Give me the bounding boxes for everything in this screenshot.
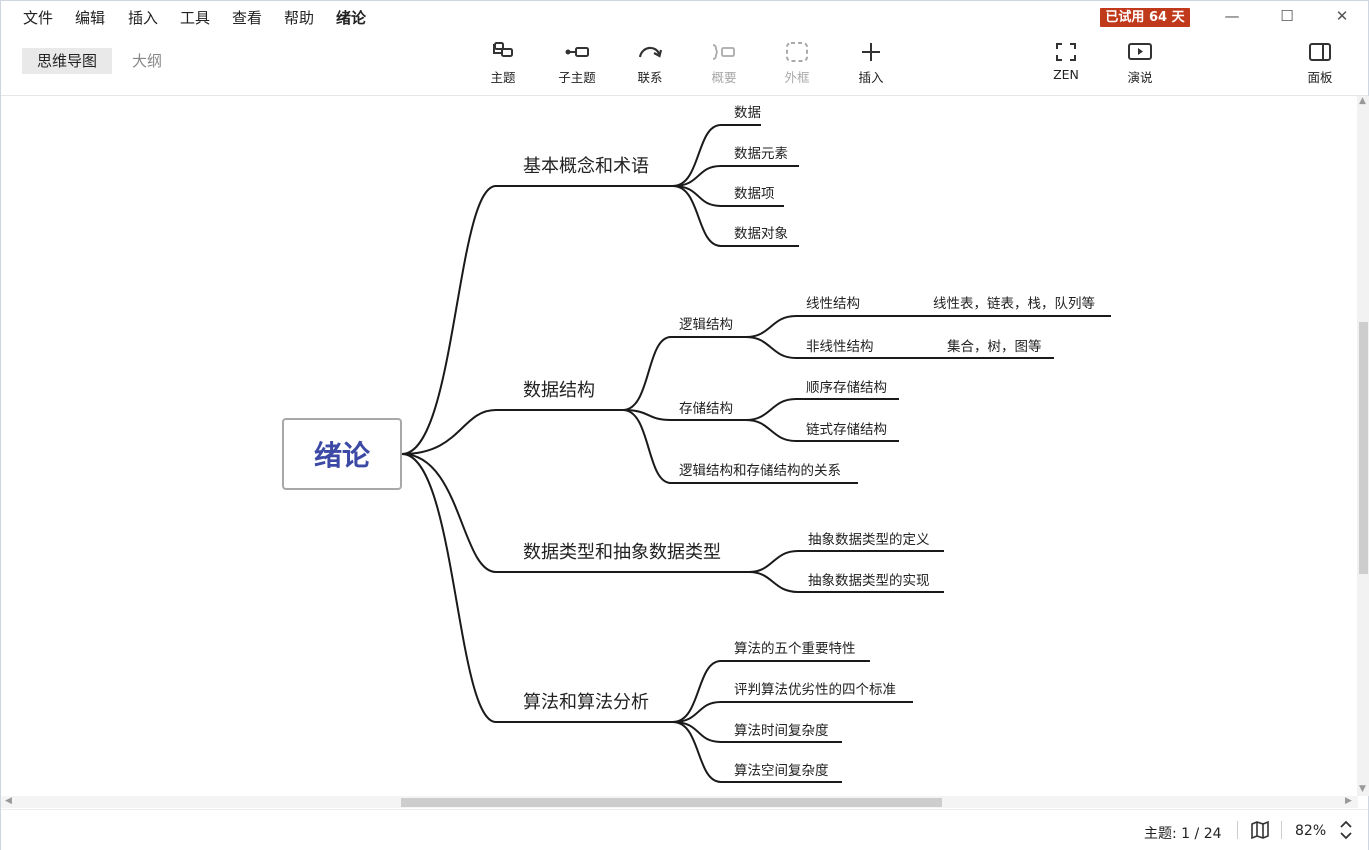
horizontal-scrollbar[interactable]: ◀ ▶	[1, 796, 1358, 808]
panel-button[interactable]: 面板	[1285, 39, 1355, 86]
subtopic-time-complexity[interactable]: 算法时间复杂度	[734, 719, 829, 739]
boundary-button[interactable]: 外框	[762, 39, 832, 86]
topic-count: 主题: 1 / 24	[1144, 826, 1222, 842]
summary-label: 概要	[711, 70, 737, 85]
fullscreen-icon	[1031, 39, 1101, 65]
boundary-icon	[762, 39, 832, 65]
zen-button[interactable]: ZEN	[1031, 39, 1101, 82]
relationship-icon	[615, 39, 685, 65]
zoom-stepper-icon[interactable]	[1339, 819, 1353, 845]
subtopic-structure-relation[interactable]: 逻辑结构和存储结构的关系	[679, 459, 841, 479]
minimize-icon[interactable]: —	[1219, 5, 1245, 27]
tab-mindmap[interactable]: 思维导图	[22, 48, 113, 74]
trial-badge[interactable]: 已试用 64 天	[1100, 8, 1190, 27]
insert-label: 插入	[858, 70, 884, 85]
subtopic-sequential-storage[interactable]: 顺序存储结构	[806, 376, 887, 396]
app-window: 文件 编辑 插入 工具 查看 帮助 绪论 已试用 64 天 — ☐ ✕ 思维导图…	[0, 0, 1369, 850]
subtopic-linear[interactable]: 线性结构	[806, 292, 860, 312]
zen-label: ZEN	[1053, 67, 1079, 82]
maximize-icon[interactable]: ☐	[1274, 5, 1300, 27]
scroll-left-icon[interactable]: ◀	[5, 796, 12, 806]
plus-icon	[836, 39, 906, 65]
subtopic-linear-examples[interactable]: 线性表，链表，栈，队列等	[933, 292, 1095, 312]
subtopic-data-object[interactable]: 数据对象	[734, 222, 788, 242]
menu-file[interactable]: 文件	[23, 7, 53, 28]
menu-edit[interactable]: 编辑	[75, 7, 105, 28]
subtopic-nonlinear-examples[interactable]: 集合，树，图等	[947, 335, 1042, 355]
insert-button[interactable]: 插入	[836, 39, 906, 86]
topic-data-structure[interactable]: 数据结构	[523, 376, 595, 402]
scroll-down-icon[interactable]: ▼	[1359, 784, 1366, 794]
menu-tools[interactable]: 工具	[180, 7, 210, 28]
menu-view[interactable]: 查看	[232, 7, 262, 28]
summary-icon	[689, 39, 759, 65]
subtopic-data[interactable]: 数据	[734, 101, 761, 121]
map-view-icon[interactable]	[1250, 820, 1270, 844]
tab-outline[interactable]: 大纲	[117, 48, 177, 74]
topic-basic-concepts[interactable]: 基本概念和术语	[523, 152, 649, 178]
menu-help[interactable]: 帮助	[284, 7, 314, 28]
topic-button[interactable]: 主题	[468, 39, 538, 86]
play-icon	[1105, 39, 1175, 65]
subtopic-space-complexity[interactable]: 算法空间复杂度	[734, 759, 829, 779]
boundary-label: 外框	[784, 70, 810, 85]
status-bar: 主题: 1 / 24 82%	[1, 809, 1368, 850]
topic-algorithms[interactable]: 算法和算法分析	[523, 688, 649, 714]
close-icon[interactable]: ✕	[1329, 5, 1355, 27]
subtopic-data-item[interactable]: 数据项	[734, 182, 775, 202]
topic-icon	[468, 39, 538, 65]
subtopic-linked-storage[interactable]: 链式存储结构	[806, 418, 887, 438]
subtopic-button[interactable]: 子主题	[542, 39, 612, 86]
subtopic-logical-structure[interactable]: 逻辑结构	[679, 313, 733, 333]
mindmap-canvas[interactable]: 绪论 基本概念和术语 数据结构 数据类型和抽象数据类型 算法和算法分析 数据 数…	[1, 96, 1358, 796]
panel-icon	[1285, 39, 1355, 65]
menu-insert[interactable]: 插入	[128, 7, 158, 28]
central-topic[interactable]: 绪论	[282, 418, 402, 490]
subtopic-data-element[interactable]: 数据元素	[734, 142, 788, 162]
vertical-scroll-thumb[interactable]	[1359, 322, 1368, 574]
document-title: 绪论	[336, 9, 367, 27]
toolbar: 思维导图 大纲 主题 子主题 联系 概要 外框 插入 ZEN 演说 面板	[1, 33, 1368, 96]
menu-bar: 文件 编辑 插入 工具 查看 帮助 绪论 已试用 64 天 — ☐ ✕	[1, 1, 1368, 33]
topic-data-types[interactable]: 数据类型和抽象数据类型	[523, 538, 721, 564]
horizontal-scroll-thumb[interactable]	[401, 798, 942, 807]
present-button[interactable]: 演说	[1105, 39, 1175, 86]
scroll-right-icon[interactable]: ▶	[1345, 796, 1352, 806]
present-label: 演说	[1127, 70, 1153, 85]
relationship-button[interactable]: 联系	[615, 39, 685, 86]
subtopic-icon	[542, 39, 612, 65]
subtopic-label: 子主题	[558, 70, 596, 85]
summary-button[interactable]: 概要	[689, 39, 759, 86]
status-divider	[1237, 821, 1238, 839]
status-divider	[1281, 821, 1282, 839]
subtopic-adt-definition[interactable]: 抽象数据类型的定义	[808, 528, 930, 548]
subtopic-algorithm-criteria[interactable]: 评判算法优劣性的四个标准	[734, 678, 896, 698]
subtopic-nonlinear[interactable]: 非线性结构	[806, 335, 874, 355]
topic-label: 主题	[490, 70, 516, 85]
scroll-up-icon[interactable]: ▲	[1359, 96, 1366, 106]
connector-lines	[401, 124, 1111, 783]
subtopic-storage-structure[interactable]: 存储结构	[679, 397, 733, 417]
vertical-scrollbar[interactable]: ▲ ▼	[1357, 96, 1369, 796]
subtopic-adt-implementation[interactable]: 抽象数据类型的实现	[808, 569, 930, 589]
subtopic-algorithm-properties[interactable]: 算法的五个重要特性	[734, 637, 856, 657]
panel-label: 面板	[1307, 70, 1333, 85]
relationship-label: 联系	[637, 70, 663, 85]
zoom-level[interactable]: 82%	[1295, 823, 1326, 839]
